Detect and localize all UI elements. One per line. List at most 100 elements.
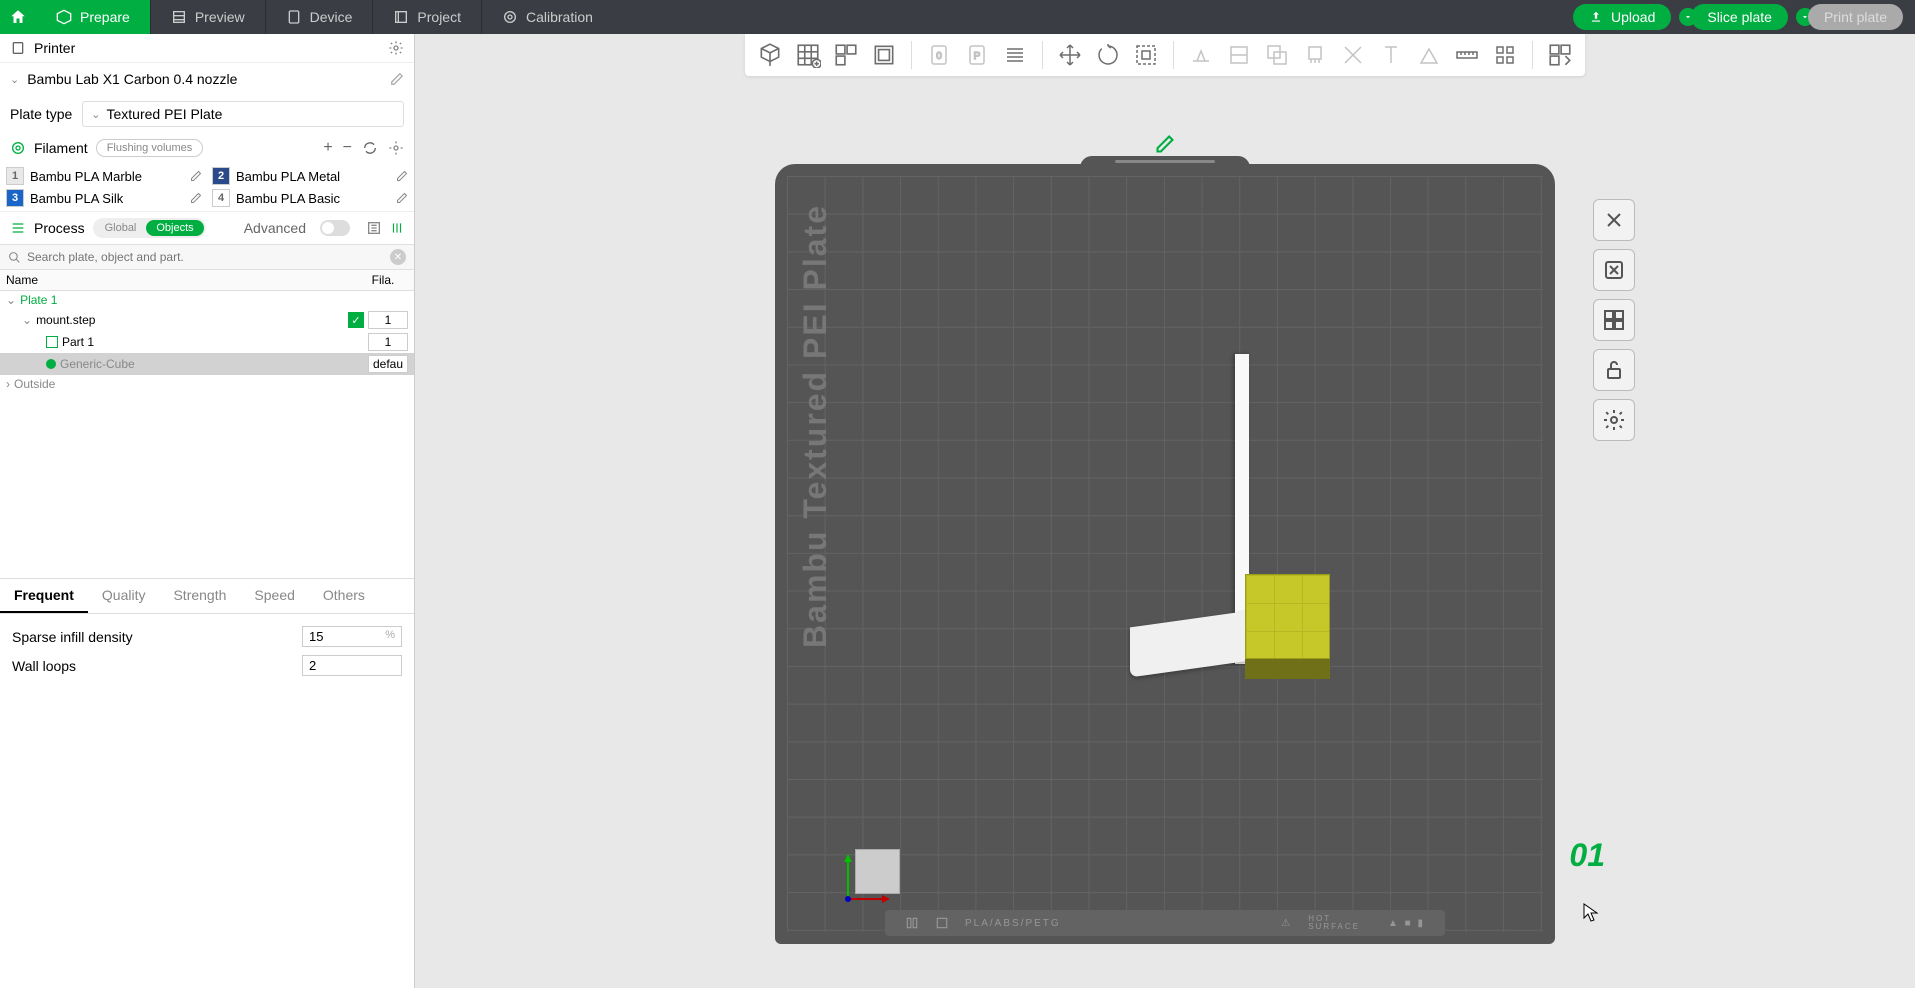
edit-icon[interactable]	[396, 170, 408, 182]
variable-height-button[interactable]	[1000, 40, 1030, 70]
edit-icon[interactable]	[390, 72, 404, 86]
cut-tool[interactable]	[1224, 40, 1254, 70]
plate-type-select[interactable]: ⌄ Textured PEI Plate	[82, 101, 404, 127]
tree-part1[interactable]: Part 1 1	[0, 331, 414, 353]
filament-swatch: 3	[6, 189, 24, 207]
edit-icon[interactable]	[190, 170, 202, 182]
upload-button[interactable]: Upload	[1573, 4, 1671, 30]
tree-outside[interactable]: › Outside	[0, 375, 414, 393]
filament-slot-2[interactable]: 2 Bambu PLA Metal	[212, 167, 408, 185]
assembly-tool[interactable]	[1490, 40, 1520, 70]
edit-plate-icon[interactable]	[1155, 134, 1175, 154]
printer-select[interactable]: ⌄ Bambu Lab X1 Carbon 0.4 nozzle	[0, 63, 414, 95]
mesh-boolean-tool[interactable]	[1262, 40, 1292, 70]
add-cube-button[interactable]	[755, 40, 785, 70]
infill-unit: %	[385, 629, 395, 644]
search-icon	[8, 251, 21, 264]
tab-quality[interactable]: Quality	[88, 579, 160, 613]
filament-slot-4[interactable]: 4 Bambu PLA Basic	[212, 189, 408, 207]
tree-outside-label: Outside	[14, 377, 408, 391]
tree-plate[interactable]: ⌄ Plate 1	[0, 291, 414, 309]
plate-material-label: PLA/ABS/PETG	[965, 918, 1061, 929]
orient-button[interactable]	[869, 40, 899, 70]
split-objects-button[interactable]: 0	[924, 40, 954, 70]
toggle-objects[interactable]: Objects	[146, 220, 203, 236]
settings-icon[interactable]	[390, 221, 404, 235]
filament-name: Bambu PLA Silk	[30, 191, 184, 206]
axis-gizmo[interactable]	[840, 849, 900, 909]
plate-footer: PLA/ABS/PETG ⚠ HOTSURFACE ▲ ■ ▮	[885, 910, 1445, 936]
tab-frequent[interactable]: Frequent	[0, 579, 88, 613]
toggle-global[interactable]: Global	[95, 220, 147, 236]
add-plate-button[interactable]	[793, 40, 823, 70]
clear-search-button[interactable]: ✕	[390, 249, 406, 265]
tab-others[interactable]: Others	[309, 579, 379, 613]
modifier-icon	[46, 359, 56, 369]
infill-density-input[interactable]	[309, 629, 369, 644]
advanced-toggle[interactable]	[320, 220, 350, 236]
sync-icon[interactable]	[362, 140, 378, 156]
printer-icon	[10, 40, 26, 56]
lay-flat-tool[interactable]	[1186, 40, 1216, 70]
tree-cube-label: Generic-Cube	[60, 357, 364, 371]
scale-tool[interactable]	[1131, 40, 1161, 70]
remove-filament-button[interactable]: −	[343, 139, 352, 157]
seam-paint-tool[interactable]	[1338, 40, 1368, 70]
tree-plate-label: Plate 1	[20, 293, 408, 307]
property-tabs: Frequent Quality Strength Speed Others	[0, 578, 414, 614]
tab-device[interactable]: Device	[266, 0, 374, 34]
filament-name: Bambu PLA Metal	[236, 169, 390, 184]
assembly-view-button[interactable]	[1545, 40, 1575, 70]
split-parts-button[interactable]: P	[962, 40, 992, 70]
gear-icon[interactable]	[388, 40, 404, 56]
rotate-tool[interactable]	[1093, 40, 1123, 70]
tab-prepare[interactable]: Prepare	[36, 0, 151, 34]
wall-loops-input[interactable]	[309, 658, 369, 673]
edit-icon[interactable]	[190, 192, 202, 204]
support-paint-tool[interactable]	[1300, 40, 1330, 70]
text-tool[interactable]	[1376, 40, 1406, 70]
orient-plate-button[interactable]	[1593, 299, 1635, 341]
tab-speed[interactable]: Speed	[240, 579, 308, 613]
wall-loops-label: Wall loops	[12, 658, 290, 674]
plate-settings-button[interactable]	[1593, 399, 1635, 441]
filament-slot-3[interactable]: 3 Bambu PLA Silk	[6, 189, 202, 207]
build-plate[interactable]: Bambu Textured PEI Plate	[775, 164, 1555, 944]
printer-section-label: Printer	[34, 40, 75, 56]
tab-strength[interactable]: Strength	[159, 579, 240, 613]
gear-icon[interactable]	[388, 140, 404, 156]
filament-slot-1[interactable]: 1 Bambu PLA Marble	[6, 167, 202, 185]
tree-cube-fila[interactable]: defau	[368, 355, 408, 373]
tree-part1-fila[interactable]: 1	[368, 333, 408, 351]
tab-calibration[interactable]: Calibration	[482, 0, 613, 34]
lock-plate-button[interactable]	[1593, 349, 1635, 391]
move-tool[interactable]	[1055, 40, 1085, 70]
close-plate-button[interactable]	[1593, 199, 1635, 241]
home-button[interactable]	[0, 0, 36, 34]
measure-tool[interactable]	[1452, 40, 1482, 70]
part-icon	[46, 336, 58, 348]
tab-project[interactable]: Project	[373, 0, 482, 34]
search-input[interactable]	[27, 250, 384, 264]
flushing-volumes-button[interactable]: Flushing volumes	[96, 139, 204, 157]
tree-mount-fila[interactable]: 1	[368, 311, 408, 329]
edit-icon[interactable]	[396, 192, 408, 204]
arrange-button[interactable]	[831, 40, 861, 70]
preview-icon	[171, 9, 187, 25]
tree-mount[interactable]: ⌄ mount.step ✓ 1	[0, 309, 414, 331]
color-paint-tool[interactable]	[1414, 40, 1444, 70]
plate-type-value: Textured PEI Plate	[106, 106, 222, 122]
list-icon[interactable]	[366, 220, 382, 236]
arrange-plate-button[interactable]	[1593, 249, 1635, 291]
add-filament-button[interactable]: +	[323, 139, 332, 157]
process-section-label: Process	[34, 220, 85, 236]
tree-checkbox[interactable]: ✓	[348, 312, 364, 328]
3d-viewport[interactable]: 0 P Bambu Textured PEI	[415, 34, 1915, 988]
tree-cube[interactable]: Generic-Cube defau	[0, 353, 414, 375]
slice-plate-button[interactable]: Slice plate	[1691, 4, 1788, 30]
upload-icon	[1589, 10, 1603, 24]
object-generic-cube[interactable]	[1245, 574, 1330, 659]
global-objects-toggle[interactable]: Global Objects	[93, 218, 206, 238]
calibration-icon	[502, 9, 518, 25]
tab-preview[interactable]: Preview	[151, 0, 266, 34]
